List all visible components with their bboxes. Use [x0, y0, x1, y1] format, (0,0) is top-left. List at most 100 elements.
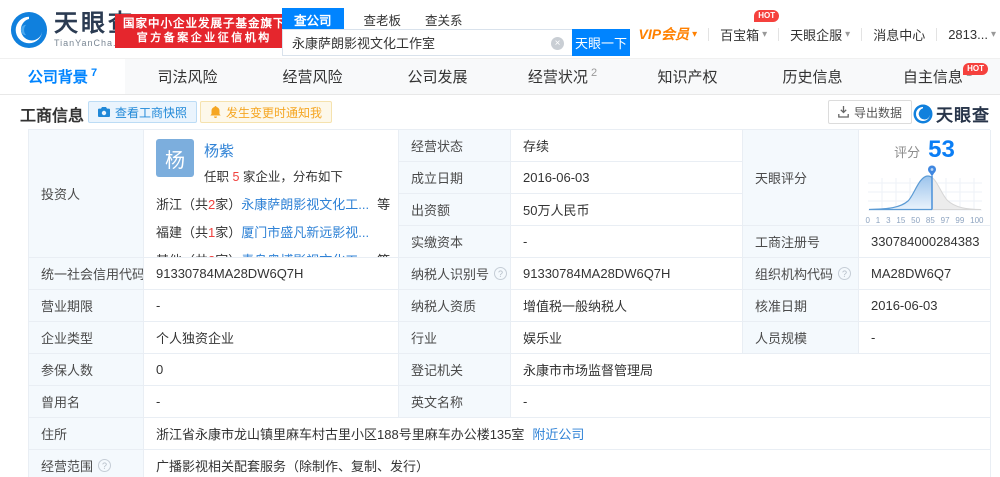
- field-label-former: 曾用名: [29, 386, 144, 418]
- investor-description: 任职 5 家企业，分布如下: [204, 170, 343, 184]
- business-info-table: 投资人 杨 杨紫 任职 5 家企业，分布如下 浙江（共2家） 永康萨朗影视文化工…: [28, 129, 991, 477]
- investor-region-row: 浙江（共2家） 永康萨朗影视文化工... 等: [156, 194, 390, 213]
- field-label-status: 经营状态: [399, 130, 511, 162]
- score-pin-icon: [927, 165, 936, 177]
- chevron-down-icon: ▾: [692, 28, 698, 40]
- field-label-scope: 经营范围?: [29, 450, 144, 477]
- field-label-uscc: 统一社会信用代码?: [29, 258, 144, 290]
- badge-line2: 官方备案企业征信机构: [136, 32, 272, 44]
- field-value-former: -: [144, 386, 399, 418]
- help-icon[interactable]: ?: [838, 267, 852, 280]
- section-tabbar: 公司背景 7 司法风险 经营风险 公司发展 经营状况 2 知识产权 历史信息 自主信…: [0, 58, 1000, 95]
- search-tab-company[interactable]: 查公司: [282, 7, 344, 31]
- investor-region-row: 福建（共1家） 厦门市盛凡新远影视...: [156, 222, 386, 241]
- field-value-approve: 2016-06-03: [859, 290, 991, 322]
- search-tab-boss[interactable]: 查老板: [364, 10, 402, 29]
- search-tab-relation[interactable]: 查关系: [425, 10, 463, 29]
- field-value-status: 存续: [511, 130, 743, 162]
- field-value-insured: 0: [144, 354, 399, 386]
- business-info-toolbar: 工商信息 查看工商快照 发生变更时通知我 导出数据 天眼查: [0, 95, 1000, 127]
- gov-certification-badge: 国家中小企业发展子基金旗下 官方备案企业征信机构: [115, 14, 294, 48]
- site-header: 天眼查 TianYanCha.com 国家中小企业发展子基金旗下 官方备案企业征…: [0, 0, 1000, 58]
- field-value-uscc: 91330784MA28DW6Q7H: [144, 258, 399, 290]
- tab-operating-risk[interactable]: 经营风险: [250, 59, 375, 94]
- header-nav: VIP会员 ▾ HOT 百宝箱 ▾ 天眼企服 ▾ 消息中心 2813... ▾: [638, 9, 996, 44]
- nearby-companies-link[interactable]: 附近公司: [532, 424, 584, 443]
- field-value-industry: 娱乐业: [511, 322, 743, 354]
- help-icon[interactable]: ?: [494, 267, 508, 280]
- field-value-taxid: 91330784MA28DW6Q7H: [511, 258, 743, 290]
- field-value-scope: 广播影视相关配套服务（除制作、复制、发行）: [144, 450, 991, 477]
- nav-toolbox[interactable]: HOT 百宝箱 ▾: [720, 9, 780, 44]
- help-icon[interactable]: ?: [98, 459, 112, 472]
- tab-judicial-risk[interactable]: 司法风险: [125, 59, 250, 94]
- field-label-taxid: 纳税人识别号?: [399, 258, 511, 290]
- watermark-logo: 天眼查: [913, 101, 990, 126]
- tab-history-info[interactable]: 历史信息: [750, 59, 875, 94]
- tianyancha-company-page: 天眼查 TianYanCha.com 国家中小企业发展子基金旗下 官方备案企业征…: [0, 0, 1000, 477]
- field-value-capital: 50万人民币: [511, 194, 743, 226]
- field-label-english: 英文名称: [399, 386, 511, 418]
- field-value-term: -: [144, 290, 399, 322]
- field-value-paidin: -: [511, 226, 743, 258]
- search-button[interactable]: 天眼一下: [572, 29, 630, 56]
- chevron-down-icon: ▾: [845, 28, 851, 40]
- field-value-orgcode: MA28DW6Q7: [859, 258, 991, 290]
- company-link[interactable]: 厦门市盛凡新远影视...: [241, 222, 369, 241]
- field-label-orgcode: 组织机构代码?: [743, 258, 859, 290]
- score-caption: 评分: [894, 145, 921, 160]
- tab-company-background[interactable]: 公司背景 7: [0, 59, 125, 94]
- export-data-button[interactable]: 导出数据: [827, 100, 912, 124]
- company-link[interactable]: 永康萨朗影视文化工...: [241, 194, 369, 213]
- nav-vip[interactable]: VIP会员 ▾: [638, 24, 697, 44]
- tab-self-info[interactable]: 自主信息1 HOT: [875, 59, 1000, 94]
- search-input[interactable]: [283, 30, 572, 55]
- score-chart-cell[interactable]: 评分 53 0 1 3 15 50 85 97 99 100: [859, 130, 991, 226]
- notify-change-button[interactable]: 发生变更时通知我: [200, 101, 333, 123]
- company-link[interactable]: 青岛奥博影视文化工...: [241, 250, 369, 257]
- nav-message-center[interactable]: 消息中心: [873, 25, 925, 44]
- field-value-address: 浙江省永康市龙山镇里麻车村古里小区188号里麻车办公楼135室 附近公司: [144, 418, 991, 450]
- hot-badge: HOT: [754, 9, 780, 22]
- score-value: 53: [928, 136, 955, 163]
- chevron-down-icon: ▾: [762, 28, 768, 40]
- field-label-staff: 人员规模: [743, 322, 859, 354]
- field-value-regno: 330784000284383: [859, 226, 991, 258]
- field-label-paidin: 实缴资本: [399, 226, 511, 258]
- field-value-established: 2016-06-03: [511, 162, 743, 194]
- nav-enterprise-service[interactable]: 天眼企服 ▾: [790, 25, 850, 44]
- investor-region-row: 其他（共2家） 青岛奥博影视文化工...等: [156, 250, 390, 257]
- hot-badge: HOT: [963, 63, 988, 75]
- view-snapshot-button[interactable]: 查看工商快照: [88, 101, 198, 123]
- clear-icon[interactable]: ×: [551, 37, 564, 50]
- tab-operating-status[interactable]: 经营状况 2: [500, 59, 625, 94]
- camera-icon: [98, 106, 110, 117]
- field-label-authority: 登记机关: [399, 354, 511, 386]
- score-distribution-chart: [867, 165, 982, 211]
- field-value-authority: 永康市市场监督管理局: [511, 354, 991, 386]
- investor-cell: 杨 杨紫 任职 5 家企业，分布如下 浙江（共2家） 永康萨朗影视文化工... 等…: [144, 130, 399, 258]
- bell-icon: [210, 106, 221, 118]
- logo-swirl-icon: [913, 104, 933, 123]
- field-label-industry: 行业: [399, 322, 511, 354]
- section-title: 工商信息: [20, 108, 85, 125]
- field-value-type: 个人独资企业: [144, 322, 399, 354]
- watermark-text: 天眼查: [936, 106, 990, 125]
- field-label-score: 天眼评分: [743, 130, 859, 226]
- tab-intellectual-property[interactable]: 知识产权: [625, 59, 750, 94]
- field-value-staff: -: [859, 322, 991, 354]
- field-label-address: 住所: [29, 418, 144, 450]
- nav-user-account[interactable]: 2813... ▾: [948, 27, 996, 42]
- tab-company-development[interactable]: 公司发展: [375, 59, 500, 94]
- field-label-regno: 工商注册号: [743, 226, 859, 258]
- field-value-taxpayer: 增值税一般纳税人: [511, 290, 743, 322]
- field-label-established: 成立日期: [399, 162, 511, 194]
- badge-line1: 国家中小企业发展子基金旗下: [123, 18, 286, 30]
- logo-swirl-icon: [10, 11, 48, 49]
- field-label-taxpayer: 纳税人资质: [399, 290, 511, 322]
- download-icon: [838, 106, 849, 118]
- investor-name-link[interactable]: 杨紫: [204, 140, 343, 161]
- investor-avatar[interactable]: 杨: [156, 139, 194, 177]
- field-label-type: 企业类型: [29, 322, 144, 354]
- score-axis-labels: 0 1 3 15 50 85 97 99 100: [865, 216, 984, 225]
